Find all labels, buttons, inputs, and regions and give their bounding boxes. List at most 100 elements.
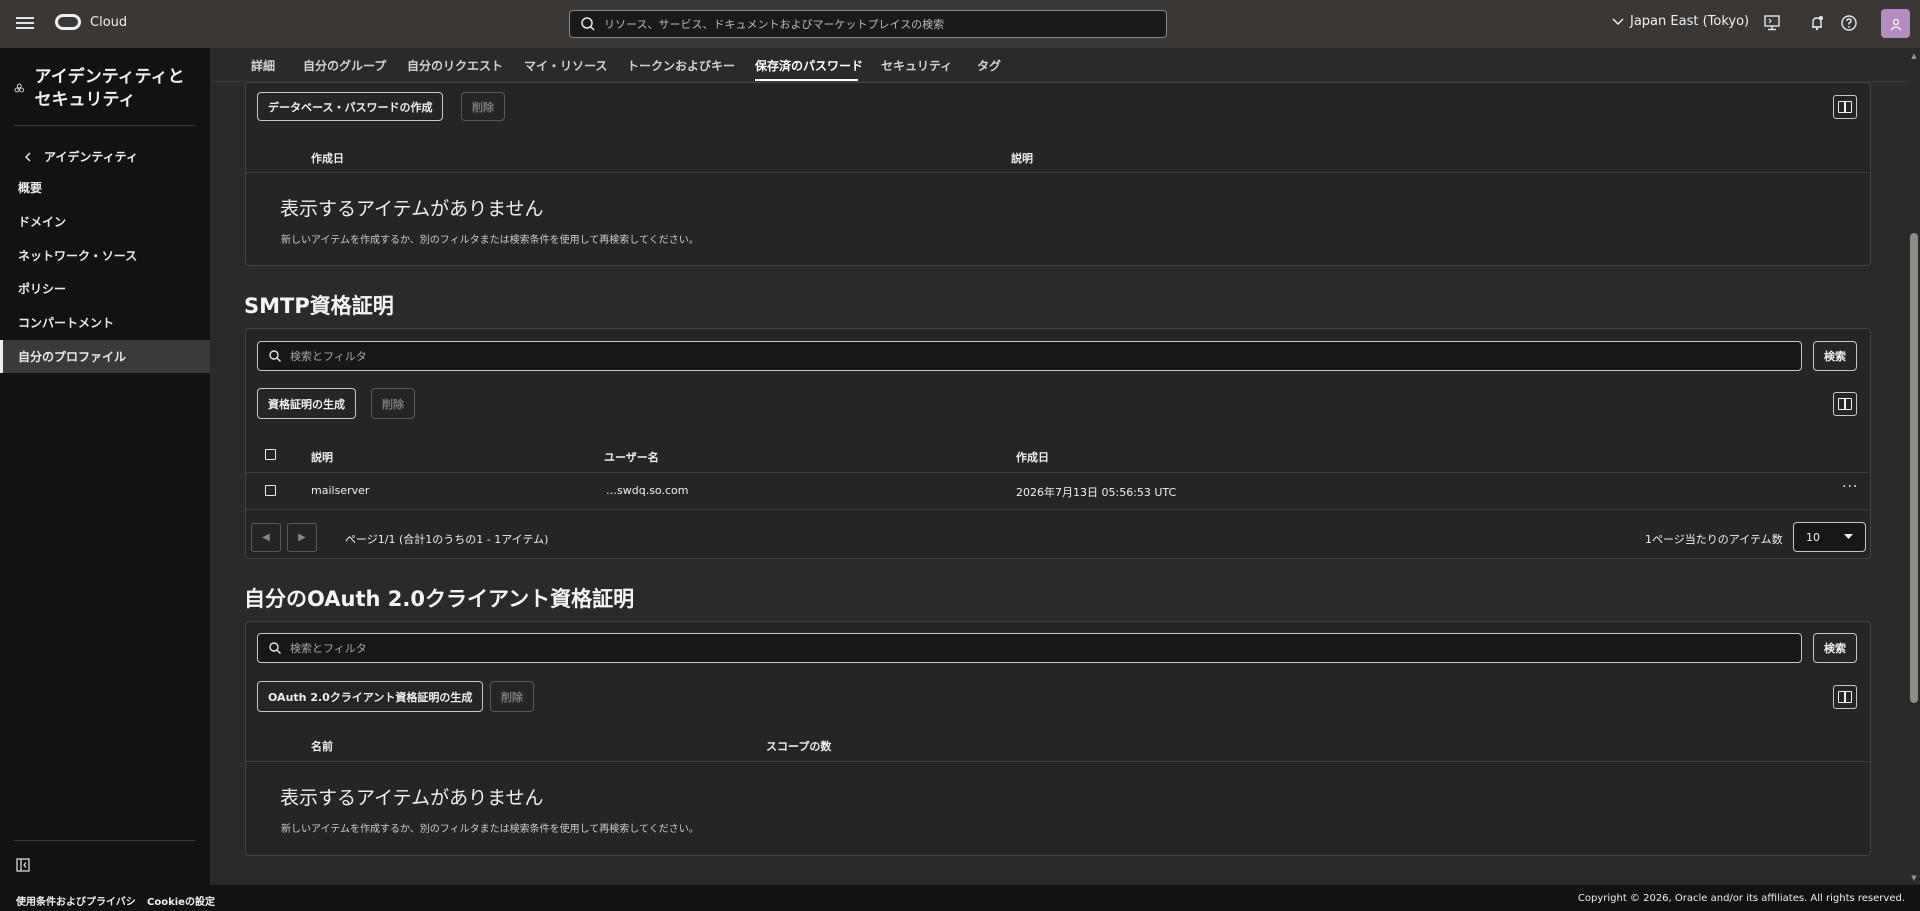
sidebar: アイデンティティと セキュリティ アイデンティティ 概要 ドメイン ネットワーク… bbox=[0, 48, 210, 885]
tab-tokens-keys[interactable]: トークンおよびキー bbox=[627, 57, 735, 74]
table-divider bbox=[246, 172, 1870, 173]
sidebar-item-compartments[interactable]: コンパートメント bbox=[0, 306, 210, 339]
column-header-description[interactable]: 説明 bbox=[1011, 150, 1033, 166]
oauth-filter[interactable] bbox=[257, 633, 1802, 663]
scroll-up-icon[interactable]: ▲ bbox=[1910, 52, 1918, 60]
columns-icon bbox=[1838, 691, 1852, 703]
delete-smtp-credential-button[interactable]: 削除 bbox=[371, 388, 415, 419]
sidebar-item-domains[interactable]: ドメイン bbox=[0, 205, 210, 238]
previous-page-button[interactable]: ◀ bbox=[251, 523, 281, 552]
menu-icon[interactable] bbox=[16, 14, 34, 34]
tab-my-requests[interactable]: 自分のリクエスト bbox=[407, 57, 503, 74]
collapse-sidebar-icon[interactable] bbox=[16, 858, 30, 872]
sidebar-divider bbox=[14, 125, 195, 126]
per-page-label: 1ページ当たりのアイテム数 bbox=[1645, 533, 1783, 546]
scrollbar-thumb[interactable] bbox=[1910, 233, 1918, 703]
sidebar-bottom-divider bbox=[14, 840, 195, 841]
db-password-panel: データベース・パスワードの作成 削除 作成日 説明 表示するアイテムがありません… bbox=[245, 82, 1871, 266]
help-icon[interactable] bbox=[1840, 14, 1858, 32]
user-avatar[interactable] bbox=[1881, 9, 1910, 38]
chevron-right-icon: ▶ bbox=[298, 532, 306, 543]
search-icon bbox=[581, 17, 595, 31]
smtp-section-title: SMTP資格証明 bbox=[244, 294, 394, 318]
identity-security-icon bbox=[14, 83, 24, 93]
sidebar-item-policies[interactable]: ポリシー bbox=[0, 272, 210, 305]
per-page-select[interactable]: 10 bbox=[1793, 522, 1866, 552]
column-header-name[interactable]: 名前 bbox=[311, 738, 333, 754]
pagination-status: ページ1/1 (合計1のうちの1 - 1アイテム) bbox=[345, 533, 549, 546]
footer: 使用条件およびプライバシ Cookieの設定 Copyright © 2026,… bbox=[0, 885, 1920, 911]
tab-tags[interactable]: タグ bbox=[977, 57, 1001, 74]
sidebar-item-network-sources[interactable]: ネットワーク・ソース bbox=[0, 239, 210, 272]
sidebar-header: アイデンティティと セキュリティ bbox=[14, 66, 204, 112]
sidebar-back-link[interactable]: アイデンティティ bbox=[24, 148, 138, 165]
tab-saved-passwords[interactable]: 保存済のパスワード bbox=[755, 57, 863, 74]
empty-state-subtitle: 新しいアイテムを作成するか、別のフィルタまたは検索条件を使用して再検索してくださ… bbox=[281, 824, 699, 835]
smtp-panel: 検索 資格証明の生成 削除 説明 ユーザー名 作成日 mailserver …s… bbox=[245, 328, 1871, 559]
oauth-panel: 検索 OAuth 2.0クライアント資格証明の生成 削除 名前 スコープの数 表… bbox=[245, 621, 1871, 856]
cookie-settings-link[interactable]: Cookieの設定 bbox=[147, 893, 215, 908]
tab-my-groups[interactable]: 自分のグループ bbox=[303, 57, 386, 74]
per-page-value: 10 bbox=[1806, 530, 1820, 544]
empty-state-title: 表示するアイテムがありません bbox=[280, 787, 544, 809]
scroll-down-icon[interactable]: ▼ bbox=[1910, 874, 1918, 882]
table-divider bbox=[246, 509, 1870, 510]
create-db-password-button[interactable]: データベース・パスワードの作成 bbox=[257, 92, 444, 121]
page-scrollbar[interactable]: ▲ ▼ bbox=[1908, 48, 1920, 885]
delete-db-password-button[interactable]: 削除 bbox=[461, 92, 505, 121]
sidebar-title: アイデンティティと セキュリティ bbox=[34, 67, 185, 110]
row-created: 2026年7月13日 05:56:53 UTC bbox=[1016, 486, 1177, 499]
column-header-username[interactable]: ユーザー名 bbox=[604, 449, 659, 465]
bell-icon[interactable] bbox=[1808, 14, 1826, 32]
chevron-left-icon bbox=[25, 152, 31, 161]
sidebar-item-overview[interactable]: 概要 bbox=[0, 171, 210, 204]
column-header-scope-count[interactable]: スコープの数 bbox=[766, 738, 831, 754]
tab-my-resources[interactable]: マイ・リソース bbox=[524, 57, 607, 74]
cloud-shell-icon[interactable] bbox=[1763, 14, 1781, 32]
brand-label[interactable]: Cloud bbox=[90, 15, 127, 30]
terms-privacy-link[interactable]: 使用条件およびプライバシ bbox=[16, 893, 136, 908]
generate-oauth-credential-button[interactable]: OAuth 2.0クライアント資格証明の生成 bbox=[257, 681, 484, 712]
copyright-text: Copyright © 2026, Oracle and/or its affi… bbox=[1577, 893, 1905, 904]
smtp-filter[interactable] bbox=[257, 341, 1802, 371]
columns-icon bbox=[1838, 101, 1852, 113]
empty-state-subtitle: 新しいアイテムを作成するか、別のフィルタまたは検索条件を使用して再検索してくださ… bbox=[281, 235, 699, 246]
oauth-section-title: 自分のOAuth 2.0クライアント資格証明 bbox=[244, 587, 635, 611]
global-search-input[interactable] bbox=[604, 17, 1144, 31]
column-header-created[interactable]: 作成日 bbox=[311, 150, 344, 166]
profile-tabs: 詳細 自分のグループ 自分のリクエスト マイ・リソース トークンおよびキー 保存… bbox=[210, 48, 1908, 82]
smtp-filter-input[interactable] bbox=[290, 349, 1490, 363]
search-icon bbox=[269, 350, 281, 362]
manage-columns-button[interactable] bbox=[1833, 392, 1857, 416]
user-icon bbox=[1890, 18, 1901, 30]
delete-oauth-credential-button[interactable]: 削除 bbox=[490, 681, 534, 712]
manage-columns-button[interactable] bbox=[1833, 685, 1857, 709]
table-divider bbox=[246, 761, 1870, 762]
oracle-logo-icon[interactable] bbox=[55, 14, 81, 30]
row-description: mailserver bbox=[311, 484, 370, 497]
sidebar-item-my-profile[interactable]: 自分のプロファイル bbox=[0, 340, 210, 373]
generate-smtp-credential-button[interactable]: 資格証明の生成 bbox=[257, 388, 356, 419]
oauth-filter-input[interactable] bbox=[290, 641, 1490, 655]
region-selector[interactable]: Japan East (Tokyo) bbox=[1612, 14, 1749, 29]
table-divider bbox=[246, 472, 1870, 473]
tab-security[interactable]: セキュリティ bbox=[881, 57, 952, 74]
chevron-left-icon: ◀ bbox=[262, 532, 270, 543]
column-header-created[interactable]: 作成日 bbox=[1016, 449, 1049, 465]
row-username: …swdq.so.com bbox=[606, 484, 689, 497]
tab-details[interactable]: 詳細 bbox=[251, 57, 275, 74]
chevron-down-icon bbox=[1612, 17, 1624, 25]
smtp-search-button[interactable]: 検索 bbox=[1813, 341, 1857, 371]
row-checkbox[interactable] bbox=[265, 485, 276, 496]
top-bar: Cloud Japan East (Tokyo) bbox=[0, 0, 1920, 48]
column-header-description[interactable]: 説明 bbox=[311, 449, 333, 465]
row-actions-menu-icon[interactable]: ··· bbox=[1842, 479, 1858, 495]
region-label: Japan East (Tokyo) bbox=[1630, 14, 1750, 29]
columns-icon bbox=[1838, 398, 1852, 410]
select-all-checkbox[interactable] bbox=[265, 449, 276, 460]
global-search[interactable] bbox=[569, 10, 1167, 38]
search-icon bbox=[269, 642, 281, 654]
oauth-search-button[interactable]: 検索 bbox=[1813, 633, 1857, 663]
manage-columns-button[interactable] bbox=[1833, 95, 1857, 119]
next-page-button[interactable]: ▶ bbox=[287, 523, 317, 552]
